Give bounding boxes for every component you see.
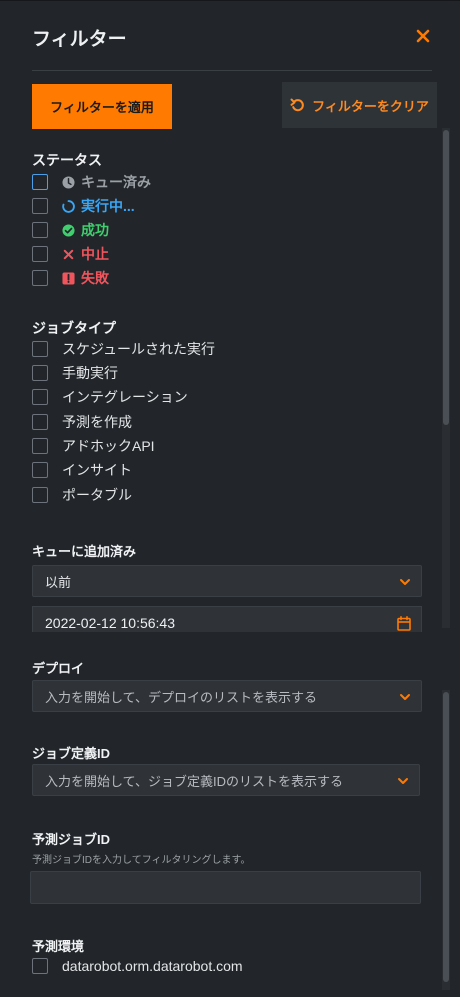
status-option-success[interactable]: 成功	[32, 220, 109, 240]
prediction-job-heading: 予測ジョブID	[32, 832, 111, 847]
top-edge	[0, 0, 460, 1]
clock-icon	[62, 175, 75, 189]
job-type-option[interactable]: インサイト	[32, 460, 132, 480]
checkbox[interactable]	[32, 462, 48, 478]
chevron-down-icon	[400, 694, 410, 700]
job-definition-heading: ジョブ定義ID	[32, 746, 111, 761]
prediction-job-hint: 予測ジョブIDを入力してフィルタリングします。	[32, 855, 251, 866]
spinner-icon	[62, 199, 75, 213]
job-type-option[interactable]: アドホックAPI	[32, 436, 155, 456]
calendar-icon[interactable]	[397, 616, 411, 631]
job-type-label: インサイト	[62, 462, 132, 478]
status-label: キュー済み	[81, 174, 151, 190]
checkbox[interactable]	[32, 341, 48, 357]
status-option-running[interactable]: 実行中...	[32, 196, 135, 216]
prediction-env-heading: 予測環境	[32, 939, 85, 954]
checkbox[interactable]	[32, 438, 48, 454]
clear-filters-label: フィルターをクリア	[312, 98, 429, 114]
status-option-failed[interactable]: 失敗	[32, 268, 109, 288]
checkbox[interactable]	[32, 389, 48, 405]
status-label: 失敗	[81, 270, 109, 286]
status-option-aborted[interactable]: 中止	[32, 244, 109, 264]
status-label: 実行中...	[81, 198, 135, 214]
job-type-label: 予測を作成	[62, 414, 132, 430]
clear-filters-button[interactable]: フィルターをクリア	[282, 82, 437, 128]
job-type-label: ポータブル	[62, 487, 132, 503]
status-heading: ステータス	[32, 152, 102, 168]
job-type-heading: ジョブタイプ	[32, 320, 116, 336]
chevron-down-icon	[398, 778, 408, 784]
divider	[32, 70, 432, 71]
checkbox[interactable]	[32, 246, 48, 262]
job-type-option[interactable]: 予測を作成	[32, 412, 132, 432]
select-placeholder: 入力を開始して、デプロイのリストを表示する	[45, 689, 317, 705]
panel-title: フィルター	[32, 29, 127, 50]
apply-filters-button[interactable]: フィルターを適用	[32, 84, 172, 129]
checkbox[interactable]	[32, 365, 48, 381]
chevron-down-icon	[400, 579, 410, 585]
env-label: datarobot.orm.datarobot.com	[62, 958, 243, 974]
checkbox[interactable]	[32, 270, 48, 286]
filter-panel: フィルター フィルターを適用 フィルターをクリア ステータス キュー済み 実行中…	[0, 0, 460, 997]
job-type-option[interactable]: インテグレーション	[32, 387, 188, 407]
scrollbar-thumb[interactable]	[443, 130, 449, 425]
status-option-queued[interactable]: キュー済み	[32, 172, 151, 192]
scrollbar-thumb[interactable]	[443, 692, 449, 982]
job-type-label: 手動実行	[62, 365, 118, 381]
job-definition-select[interactable]: 入力を開始して、ジョブ定義IDのリストを表示する	[32, 764, 420, 796]
deploy-select[interactable]: 入力を開始して、デプロイのリストを表示する	[32, 680, 422, 712]
queued-operator-select[interactable]: 以前	[32, 565, 422, 597]
checkbox[interactable]	[32, 958, 48, 974]
checkbox[interactable]	[32, 198, 48, 214]
undo-icon	[290, 98, 304, 112]
job-type-option[interactable]: 手動実行	[32, 363, 118, 383]
checkbox[interactable]	[32, 222, 48, 238]
datetime-value: 2022-02-12 10:56:43	[45, 615, 175, 631]
x-icon	[63, 249, 74, 259]
prediction-job-input[interactable]	[30, 871, 421, 904]
select-placeholder: 入力を開始して、ジョブ定義IDのリストを表示する	[45, 773, 343, 789]
alert-square-icon	[62, 271, 75, 285]
job-type-option[interactable]: スケジュールされた実行	[32, 339, 215, 359]
check-circle-icon	[62, 223, 75, 237]
queued-heading: キューに追加済み	[32, 544, 137, 559]
section-divider	[0, 632, 460, 650]
close-icon[interactable]	[412, 25, 434, 47]
checkbox[interactable]	[32, 174, 48, 190]
status-label: 成功	[81, 222, 109, 238]
deploy-heading: デプロイ	[32, 661, 85, 676]
env-option[interactable]: datarobot.orm.datarobot.com	[32, 956, 243, 976]
job-type-label: アドホックAPI	[62, 438, 155, 454]
job-type-label: スケジュールされた実行	[62, 341, 216, 357]
job-type-label: インテグレーション	[62, 389, 188, 405]
status-label: 中止	[81, 246, 109, 262]
select-value: 以前	[45, 574, 72, 590]
checkbox[interactable]	[32, 414, 48, 430]
job-type-option[interactable]: ポータブル	[32, 485, 132, 505]
checkbox[interactable]	[32, 487, 48, 503]
